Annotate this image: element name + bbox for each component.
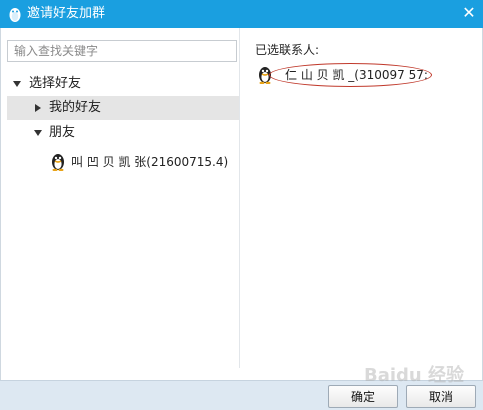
selected-contact-item[interactable]: 仁 山 贝 凯 _(310097 57: xyxy=(255,60,435,88)
tree-root-label: 选择好友 xyxy=(29,76,82,91)
expand-arrow-icon xyxy=(34,130,42,136)
cancel-button[interactable]: 取消 xyxy=(406,385,476,408)
contact-name: 叫 凹 贝 凯 张(21600715.4) xyxy=(71,155,229,169)
close-button[interactable]: ✕ xyxy=(459,3,479,23)
expand-arrow-icon xyxy=(13,81,21,87)
tree-group-friends[interactable]: 朋友 xyxy=(1,121,239,145)
close-icon: ✕ xyxy=(462,3,476,22)
contact-list-item[interactable]: 叫 凹 贝 凯 张(21600715.4) xyxy=(1,148,239,176)
dialog-footer: 确定 取消 xyxy=(0,380,483,410)
tree-group-my-friends[interactable]: 我的好友 xyxy=(7,96,239,120)
contact-name: 仁 山 贝 凯 _(310097 57: xyxy=(285,68,428,82)
qq-penguin-avatar-icon xyxy=(52,154,64,171)
dialog-body: 选择好友 我的好友 朋友 叫 凹 贝 凯 张(21600715.4) 已选联系人… xyxy=(0,28,483,380)
tree-root-select-friends[interactable]: 选择好友 xyxy=(1,72,239,96)
confirm-button[interactable]: 确定 xyxy=(328,385,398,408)
window-title: 邀请好友加群 xyxy=(27,6,106,21)
panel-divider xyxy=(239,28,240,368)
qq-penguin-icon xyxy=(9,8,21,22)
search-input[interactable] xyxy=(7,40,237,62)
selected-contacts-heading: 已选联系人: xyxy=(255,43,320,57)
tree-group-label: 朋友 xyxy=(49,125,76,140)
collapse-arrow-icon xyxy=(35,104,41,112)
tree-group-label: 我的好友 xyxy=(49,100,102,115)
title-bar: 邀请好友加群 ✕ xyxy=(0,0,483,28)
